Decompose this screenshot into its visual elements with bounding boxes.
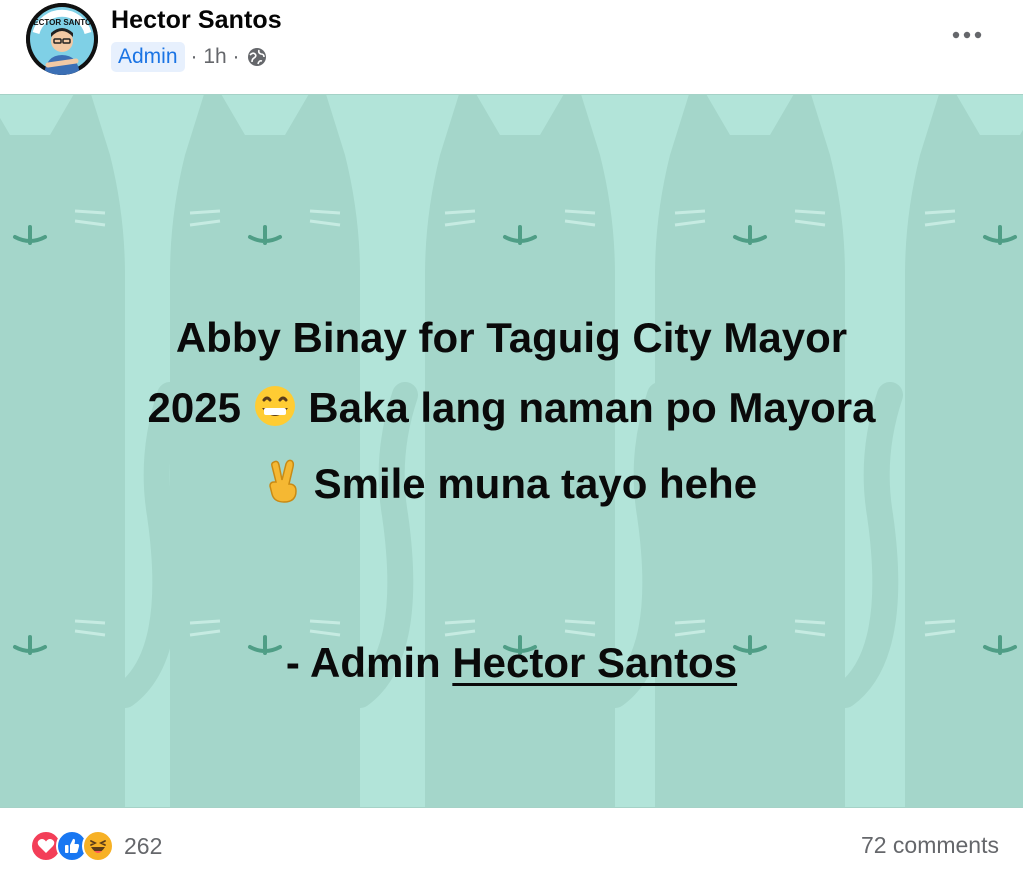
signature-prefix: - Admin bbox=[285, 639, 441, 686]
more-horizontal-icon bbox=[952, 31, 982, 39]
more-options-button[interactable] bbox=[949, 20, 985, 50]
message-line-3: Smile muna tayo hehe bbox=[40, 449, 983, 525]
message-line-2: 2025 Baka lang naman po Mayora bbox=[40, 373, 983, 449]
post-text-card: Abby Binay for Taguig City Mayor 2025 Ba… bbox=[0, 94, 1023, 808]
victory-hand-emoji-icon bbox=[266, 455, 302, 525]
post-time[interactable]: · 1h · bbox=[191, 45, 240, 69]
reaction-summary[interactable]: 262 bbox=[30, 830, 162, 862]
haha-icon bbox=[82, 830, 114, 862]
svg-text:HECTOR SANTOS: HECTOR SANTOS bbox=[27, 18, 97, 27]
role-badge: Admin bbox=[111, 42, 185, 72]
author-name[interactable]: Hector Santos bbox=[111, 6, 282, 35]
grinning-face-emoji-icon bbox=[253, 379, 297, 449]
reaction-count[interactable]: 262 bbox=[124, 833, 162, 860]
globe-icon[interactable] bbox=[246, 46, 268, 68]
post-meta: Admin · 1h · bbox=[111, 41, 268, 73]
post-message: Abby Binay for Taguig City Mayor 2025 Ba… bbox=[40, 303, 983, 525]
facebook-post: HECTOR SANTOS Hector Santos Admin · 1h · bbox=[0, 0, 1023, 877]
post-footer: 262 72 comments bbox=[0, 808, 1023, 877]
comments-count-link[interactable]: 72 comments bbox=[861, 832, 999, 859]
signature-name-link[interactable]: Hector Santos bbox=[452, 639, 737, 686]
message-line-1: Abby Binay for Taguig City Mayor bbox=[175, 314, 848, 361]
post-header: HECTOR SANTOS Hector Santos Admin · 1h · bbox=[0, 0, 1023, 94]
post-signature: - Admin Hector Santos bbox=[0, 635, 1023, 691]
avatar[interactable]: HECTOR SANTOS bbox=[26, 3, 98, 75]
message-line-3-text: Smile muna tayo hehe bbox=[313, 460, 758, 507]
message-year: 2025 bbox=[147, 384, 241, 431]
message-line-2-text: Baka lang naman po Mayora bbox=[308, 384, 876, 431]
